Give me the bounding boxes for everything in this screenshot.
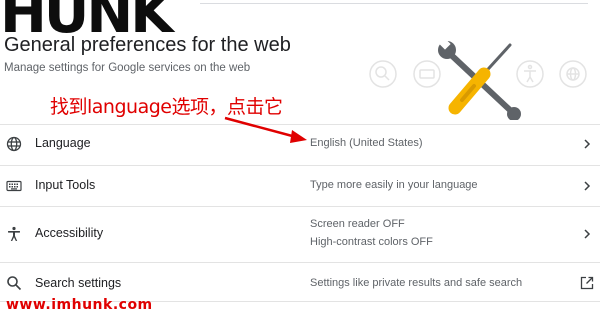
search-settings-description: Settings like private results and safe s… [310, 277, 523, 289]
search-settings-row[interactable]: Search settings Settings like private re… [0, 263, 600, 301]
open-in-new-icon[interactable] [580, 276, 594, 290]
site-watermark: www.imhunk.com [6, 297, 153, 313]
screen-reader-status: Screen reader OFF [310, 218, 405, 230]
arrow-annotation [224, 116, 307, 143]
input-tools-row[interactable]: Input Tools Type more easily in your lan… [0, 166, 600, 206]
search-settings-label: Search settings [35, 276, 122, 290]
chevron-right-icon [584, 229, 591, 239]
high-contrast-status: High-contrast colors OFF [310, 236, 433, 248]
accessibility-label: Accessibility [35, 226, 104, 240]
accessibility-row[interactable]: Accessibility Screen reader OFF High-con… [0, 207, 600, 262]
accessibility-icon [8, 226, 20, 241]
input-tools-label: Input Tools [35, 178, 96, 192]
keyboard-icon [6, 180, 22, 192]
input-tools-description: Type more easily in your language [310, 179, 478, 191]
chevron-right-icon [584, 181, 591, 191]
search-icon [7, 276, 22, 291]
